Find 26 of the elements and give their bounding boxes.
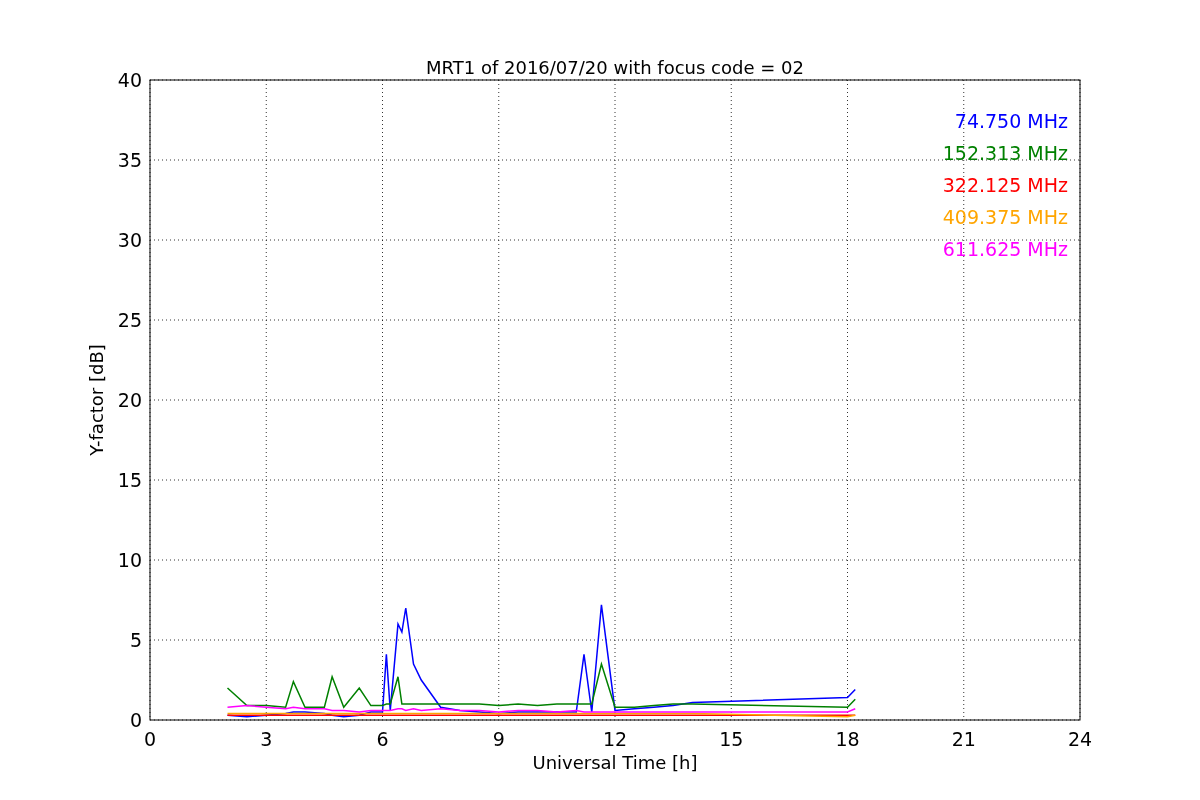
x-tick-label: 3 (260, 728, 273, 750)
y-tick-label: 30 (117, 229, 142, 251)
chart-title: MRT1 of 2016/07/20 with focus code = 02 (426, 57, 804, 78)
y-tick-label: 40 (117, 69, 142, 91)
x-tick-label: 18 (835, 728, 860, 750)
x-tick-label: 9 (492, 728, 505, 750)
y-tick-label: 5 (129, 629, 142, 651)
legend-label: 152.313 MHz (942, 142, 1068, 164)
x-tick-label: 24 (1067, 728, 1093, 750)
legend-label: 74.750 MHz (954, 110, 1068, 132)
x-tick-label: 6 (376, 728, 389, 750)
y-tick-label: 0 (129, 709, 142, 731)
y-tick-label: 35 (117, 149, 142, 171)
x-tick-label: 21 (951, 728, 976, 750)
legend-label: 322.125 MHz (942, 174, 1068, 196)
y-tick-label: 15 (117, 469, 142, 491)
x-tick-label: 12 (602, 728, 628, 750)
x-tick-label: 0 (143, 728, 157, 750)
legend-label: 409.375 MHz (942, 206, 1068, 228)
legend-label: 611.625 MHz (942, 238, 1068, 260)
y-tick-label: 10 (117, 549, 142, 571)
y-tick-label: 20 (117, 389, 142, 411)
y-tick-label: 25 (117, 309, 142, 331)
y-axis-label: Y-factor [dB] (86, 344, 107, 456)
x-tick-label: 15 (719, 728, 744, 750)
x-axis-label: Universal Time [h] (532, 752, 698, 773)
